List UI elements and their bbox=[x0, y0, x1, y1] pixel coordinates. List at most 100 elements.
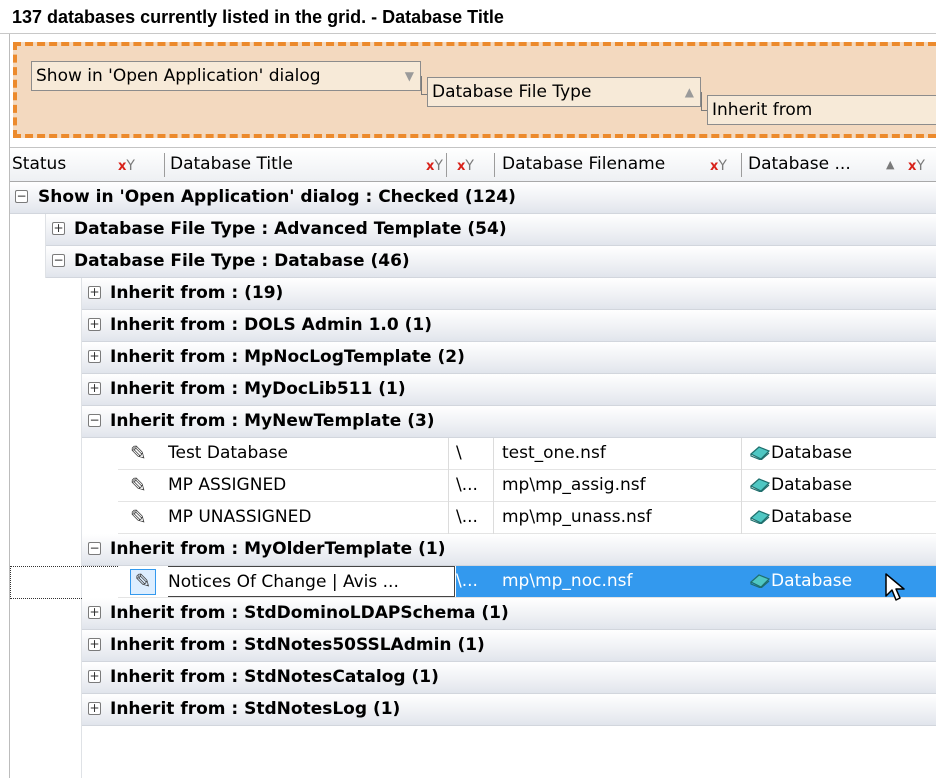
expand-icon[interactable]: + bbox=[88, 286, 101, 299]
group-row-inherit-myolder[interactable]: − Inherit from : MyOlderTemplate (1) bbox=[82, 534, 936, 566]
cell-path[interactable]: \... bbox=[456, 470, 496, 501]
group-chip-show-in-dialog[interactable]: Show in 'Open Application' dialog ▼ bbox=[31, 61, 421, 91]
group-row-inherit-dols[interactable]: + Inherit from : DOLS Admin 1.0 (1) bbox=[82, 310, 936, 342]
cell-path[interactable]: \... bbox=[456, 502, 496, 533]
cell-database-type[interactable]: Database bbox=[750, 438, 936, 469]
collapse-icon[interactable]: − bbox=[88, 414, 101, 427]
cell-database-title[interactable]: MP UNASSIGNED bbox=[168, 502, 448, 533]
table-row[interactable]: ✎ MP UNASSIGNED \... mp\mp_unass.nsf Dat… bbox=[118, 502, 936, 534]
column-divider[interactable] bbox=[164, 153, 165, 177]
sort-desc-icon: ▼ bbox=[404, 69, 414, 83]
group-row-label: Database File Type : Advanced Template (… bbox=[74, 219, 507, 239]
cell-database-filename[interactable]: mp\mp_assig.nsf bbox=[502, 470, 742, 501]
group-chip-inherit-from[interactable]: Inherit from bbox=[707, 95, 936, 125]
cell-database-title[interactable]: Test Database bbox=[168, 438, 448, 469]
group-chip-label: Show in 'Open Application' dialog bbox=[36, 66, 321, 86]
cell-text: Database bbox=[771, 475, 853, 495]
group-row-label: Inherit from : StdNotes50SSLAdmin (1) bbox=[110, 635, 485, 655]
group-row-inherit-stdldap[interactable]: + Inherit from : StdDominoLDAPSchema (1) bbox=[82, 598, 936, 630]
expand-icon[interactable]: + bbox=[88, 702, 101, 715]
table-row[interactable]: ✎ MP ASSIGNED \... mp\mp_assig.nsf Datab… bbox=[118, 470, 936, 502]
expand-icon[interactable]: + bbox=[52, 222, 65, 235]
expand-icon[interactable]: + bbox=[88, 670, 101, 683]
column-header-database-filename[interactable]: Database Filename bbox=[502, 148, 712, 181]
clear-filter-icon[interactable]: xY bbox=[710, 156, 727, 176]
pencil-icon: ✎ bbox=[130, 505, 147, 529]
cell-database-filename[interactable]: mp\mp_noc.nsf bbox=[496, 566, 742, 597]
group-row-label: Inherit from : StdDominoLDAPSchema (1) bbox=[110, 603, 509, 623]
group-row-inherit-mpnoclog[interactable]: + Inherit from : MpNocLogTemplate (2) bbox=[82, 342, 936, 374]
column-header-status[interactable]: Status bbox=[12, 148, 162, 181]
group-row-inherit-stdlog[interactable]: + Inherit from : StdNotesLog (1) bbox=[82, 694, 936, 726]
group-row-inherit-blank[interactable]: + Inherit from : (19) bbox=[82, 278, 936, 310]
pencil-icon: ✎ bbox=[130, 441, 147, 465]
group-row-label: Inherit from : MyDocLib511 (1) bbox=[110, 379, 406, 399]
pencil-icon: ✎ bbox=[130, 569, 156, 595]
group-row-label: Inherit from : DOLS Admin 1.0 (1) bbox=[110, 315, 432, 335]
collapse-icon[interactable]: − bbox=[88, 542, 101, 555]
database-book-icon bbox=[750, 478, 770, 492]
column-label: Status bbox=[12, 154, 67, 174]
cell-database-filename[interactable]: test_one.nsf bbox=[502, 438, 742, 469]
focus-rectangle bbox=[10, 566, 120, 599]
group-row-label: Inherit from : StdNotesLog (1) bbox=[110, 699, 401, 719]
column-label: Database Filename bbox=[502, 154, 666, 174]
cell-database-title[interactable]: MP ASSIGNED bbox=[168, 470, 448, 501]
group-row-inherit-stdssl[interactable]: + Inherit from : StdNotes50SSLAdmin (1) bbox=[82, 630, 936, 662]
clear-filter-icon[interactable]: xY bbox=[457, 156, 474, 176]
group-chip-label: Inherit from bbox=[712, 100, 813, 120]
group-chip-file-type[interactable]: Database File Type ▲ bbox=[427, 77, 701, 107]
clear-filter-icon[interactable]: xY bbox=[426, 156, 443, 176]
expand-icon[interactable]: + bbox=[88, 318, 101, 331]
group-row-inherit-mynew[interactable]: − Inherit from : MyNewTemplate (3) bbox=[82, 406, 936, 438]
column-header-database-title[interactable]: Database Title bbox=[170, 148, 420, 181]
group-row-label: Database File Type : Database (46) bbox=[74, 251, 410, 271]
expand-icon[interactable]: + bbox=[88, 606, 101, 619]
collapse-icon[interactable]: − bbox=[52, 254, 65, 267]
column-header-row: Status xY Database Title xY xY Database … bbox=[10, 147, 936, 182]
cell-database-type[interactable]: Database bbox=[750, 470, 936, 501]
group-row-inherit-mydoclib[interactable]: + Inherit from : MyDocLib511 (1) bbox=[82, 374, 936, 406]
cell-database-type[interactable]: Database bbox=[750, 502, 936, 533]
group-row-show-in-dialog[interactable]: − Show in 'Open Application' dialog : Ch… bbox=[10, 182, 936, 214]
column-divider[interactable] bbox=[741, 153, 742, 177]
mouse-pointer-icon bbox=[885, 573, 905, 601]
database-book-icon bbox=[750, 574, 770, 588]
column-divider[interactable] bbox=[446, 153, 447, 177]
database-book-icon bbox=[750, 510, 770, 524]
cell-database-filename[interactable]: mp\mp_unass.nsf bbox=[502, 502, 742, 533]
group-row-label: Inherit from : (19) bbox=[110, 283, 284, 303]
indent-spacer bbox=[10, 278, 82, 778]
cell-path[interactable]: \ bbox=[456, 438, 496, 469]
group-row-label: Inherit from : MpNocLogTemplate (2) bbox=[110, 347, 465, 367]
group-row-label: Inherit from : StdNotesCatalog (1) bbox=[110, 667, 439, 687]
group-row-advanced-template[interactable]: + Database File Type : Advanced Template… bbox=[46, 214, 936, 246]
table-row-selected[interactable]: ✎ Notices Of Change | Avis ... \... mp\m… bbox=[118, 566, 936, 598]
cell-database-title[interactable]: Notices Of Change | Avis ... bbox=[168, 566, 455, 597]
cell-text: Database bbox=[771, 443, 853, 463]
group-row-label: Show in 'Open Application' dialog : Chec… bbox=[38, 187, 516, 207]
indent-spacer bbox=[10, 214, 46, 278]
expand-icon[interactable]: + bbox=[88, 382, 101, 395]
sort-asc-icon: ▲ bbox=[886, 158, 895, 171]
column-divider[interactable] bbox=[494, 153, 495, 177]
group-row-label: Inherit from : MyOlderTemplate (1) bbox=[110, 539, 446, 559]
table-row[interactable]: ✎ Test Database \ test_one.nsf Database bbox=[118, 438, 936, 470]
column-header-database-type[interactable]: Database ... bbox=[748, 148, 888, 181]
clear-filter-icon[interactable]: xY bbox=[908, 156, 925, 176]
group-by-panel[interactable]: Show in 'Open Application' dialog ▼ Data… bbox=[13, 42, 936, 138]
cell-text: Database bbox=[771, 571, 853, 591]
group-chip-label: Database File Type bbox=[432, 82, 592, 102]
group-row-database[interactable]: − Database File Type : Database (46) bbox=[46, 246, 936, 278]
expand-icon[interactable]: + bbox=[88, 350, 101, 363]
grid-left-edge bbox=[0, 34, 10, 778]
cell-path[interactable]: \... bbox=[456, 566, 496, 597]
collapse-icon[interactable]: − bbox=[15, 190, 28, 203]
window-title: 137 databases currently listed in the gr… bbox=[0, 0, 936, 34]
expand-icon[interactable]: + bbox=[88, 638, 101, 651]
grid-body: − Show in 'Open Application' dialog : Ch… bbox=[10, 182, 936, 778]
clear-filter-icon[interactable]: xY bbox=[118, 156, 135, 176]
column-label: Database Title bbox=[170, 154, 293, 174]
group-row-inherit-stdcatalog[interactable]: + Inherit from : StdNotesCatalog (1) bbox=[82, 662, 936, 694]
cell-database-type[interactable]: Database bbox=[742, 566, 936, 597]
